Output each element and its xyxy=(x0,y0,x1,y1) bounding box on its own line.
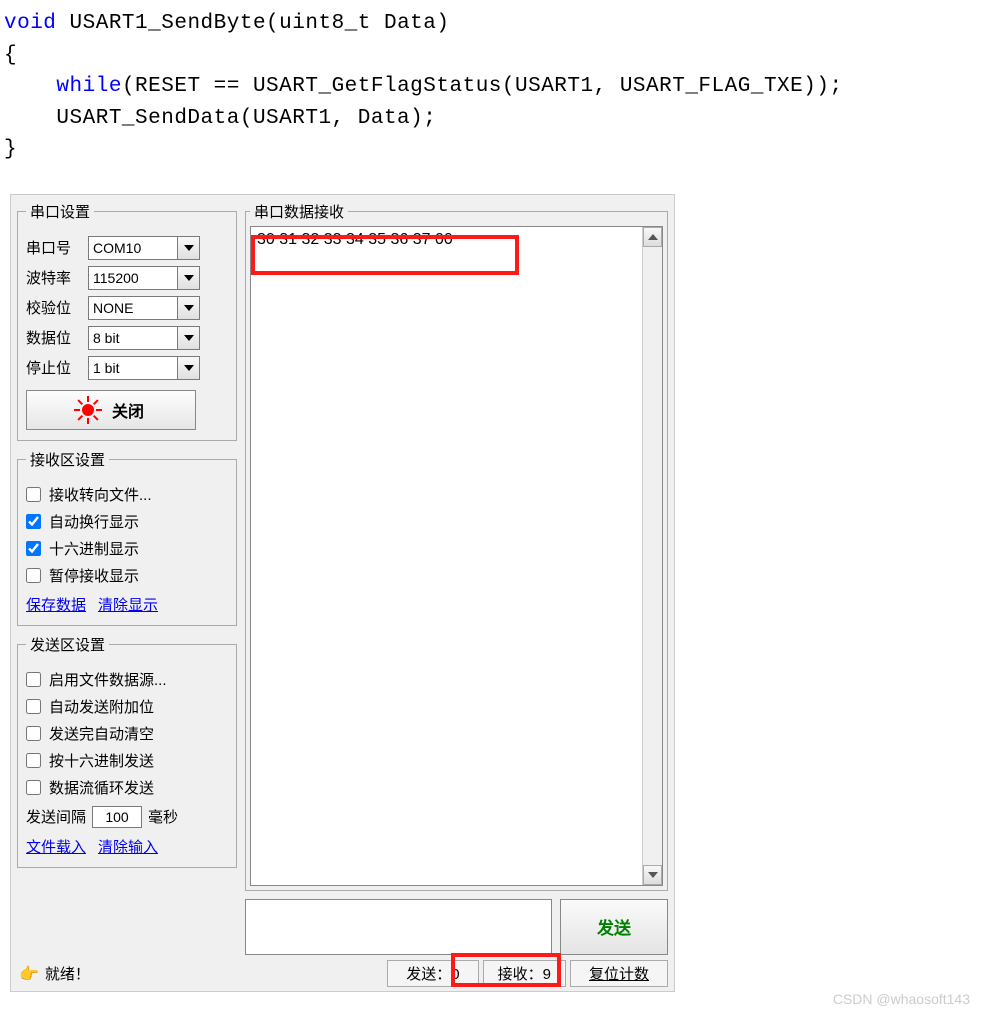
tx-usefile-checkbox[interactable] xyxy=(26,672,41,687)
tx-settings-legend: 发送区设置 xyxy=(26,634,109,655)
status-ready: 就绪！ xyxy=(45,963,90,984)
baud-dropdown-icon[interactable] xyxy=(178,266,200,290)
tx-append-checkbox[interactable] xyxy=(26,699,41,714)
port-select[interactable] xyxy=(88,236,178,260)
rx-settings-group: 接收区设置 接收转向文件... 自动换行显示 十六进制显示 暂停接收显示 保存数… xyxy=(17,449,237,626)
serial-settings-legend: 串口设置 xyxy=(26,201,94,222)
rx-autowrap-checkbox[interactable] xyxy=(26,514,41,529)
databits-dropdown-icon[interactable] xyxy=(178,326,200,350)
close-button-label: 关闭 xyxy=(112,398,144,422)
send-button-label: 发送 xyxy=(597,914,631,939)
close-port-button[interactable]: 关闭 xyxy=(26,390,196,430)
clear-display-link[interactable]: 清除显示 xyxy=(98,594,158,615)
send-input[interactable] xyxy=(245,899,552,955)
rx-data-group: 串口数据接收 30 31 32 33 34 35 36 37 00 xyxy=(245,201,668,891)
clear-input-link[interactable]: 清除输入 xyxy=(98,836,158,857)
interval-unit: 毫秒 xyxy=(148,806,178,827)
scroll-up-icon[interactable] xyxy=(643,227,662,247)
parity-dropdown-icon[interactable] xyxy=(178,296,200,320)
rx-settings-legend: 接收区设置 xyxy=(26,449,109,470)
rx-hex-label: 十六进制显示 xyxy=(49,538,139,559)
save-data-link[interactable]: 保存数据 xyxy=(26,594,86,615)
tx-append-label: 自动发送附加位 xyxy=(49,696,154,717)
databits-select[interactable] xyxy=(88,326,178,350)
rx-textarea[interactable]: 30 31 32 33 34 35 36 37 00 xyxy=(250,226,663,886)
interval-input[interactable] xyxy=(92,806,142,828)
port-dropdown-icon[interactable] xyxy=(178,236,200,260)
stopbits-label: 停止位 xyxy=(26,357,82,378)
rx-to-file-label: 接收转向文件... xyxy=(49,484,152,505)
baud-label: 波特率 xyxy=(26,267,82,288)
rx-content: 30 31 32 33 34 35 36 37 00 xyxy=(251,227,642,885)
databits-label: 数据位 xyxy=(26,327,82,348)
ready-icon: 👉 xyxy=(19,964,39,984)
send-button[interactable]: 发送 xyxy=(560,899,668,955)
rx-to-file-checkbox[interactable] xyxy=(26,487,41,502)
tx-settings-group: 发送区设置 启用文件数据源... 自动发送附加位 发送完自动清空 按十六进制发送… xyxy=(17,634,237,868)
interval-label: 发送间隔 xyxy=(26,806,86,827)
rx-scrollbar[interactable] xyxy=(642,227,662,885)
tx-hex-label: 按十六进制发送 xyxy=(49,750,154,771)
port-open-icon xyxy=(78,400,98,420)
rx-pause-checkbox[interactable] xyxy=(26,568,41,583)
tx-loop-label: 数据流循环发送 xyxy=(49,777,154,798)
serial-tool-window: 串口设置 串口号 波特率 校验位 xyxy=(10,194,675,992)
status-recv: 接收：9 xyxy=(483,960,566,987)
code-snippet: void USART1_SendByte(uint8_t Data) { whi… xyxy=(0,0,990,174)
parity-select[interactable] xyxy=(88,296,178,320)
scroll-down-icon[interactable] xyxy=(643,865,662,885)
rx-pause-label: 暂停接收显示 xyxy=(49,565,139,586)
reset-count-button[interactable]: 复位计数 xyxy=(570,960,668,987)
stopbits-dropdown-icon[interactable] xyxy=(178,356,200,380)
stopbits-select[interactable] xyxy=(88,356,178,380)
serial-settings-group: 串口设置 串口号 波特率 校验位 xyxy=(17,201,237,441)
port-label: 串口号 xyxy=(26,237,82,258)
parity-label: 校验位 xyxy=(26,297,82,318)
status-bar: 👉 就绪！ 发送：0 接收：9 复位计数 xyxy=(17,961,668,987)
baud-select[interactable] xyxy=(88,266,178,290)
rx-data-legend: 串口数据接收 xyxy=(250,201,348,222)
tx-autoclear-label: 发送完自动清空 xyxy=(49,723,154,744)
tx-usefile-label: 启用文件数据源... xyxy=(49,669,167,690)
tx-loop-checkbox[interactable] xyxy=(26,780,41,795)
tx-autoclear-checkbox[interactable] xyxy=(26,726,41,741)
status-sent: 发送：0 xyxy=(387,960,478,987)
tx-hex-checkbox[interactable] xyxy=(26,753,41,768)
rx-autowrap-label: 自动换行显示 xyxy=(49,511,139,532)
rx-hex-checkbox[interactable] xyxy=(26,541,41,556)
watermark: CSDN @whaosoft143 xyxy=(833,991,970,1007)
file-load-link[interactable]: 文件载入 xyxy=(26,836,86,857)
